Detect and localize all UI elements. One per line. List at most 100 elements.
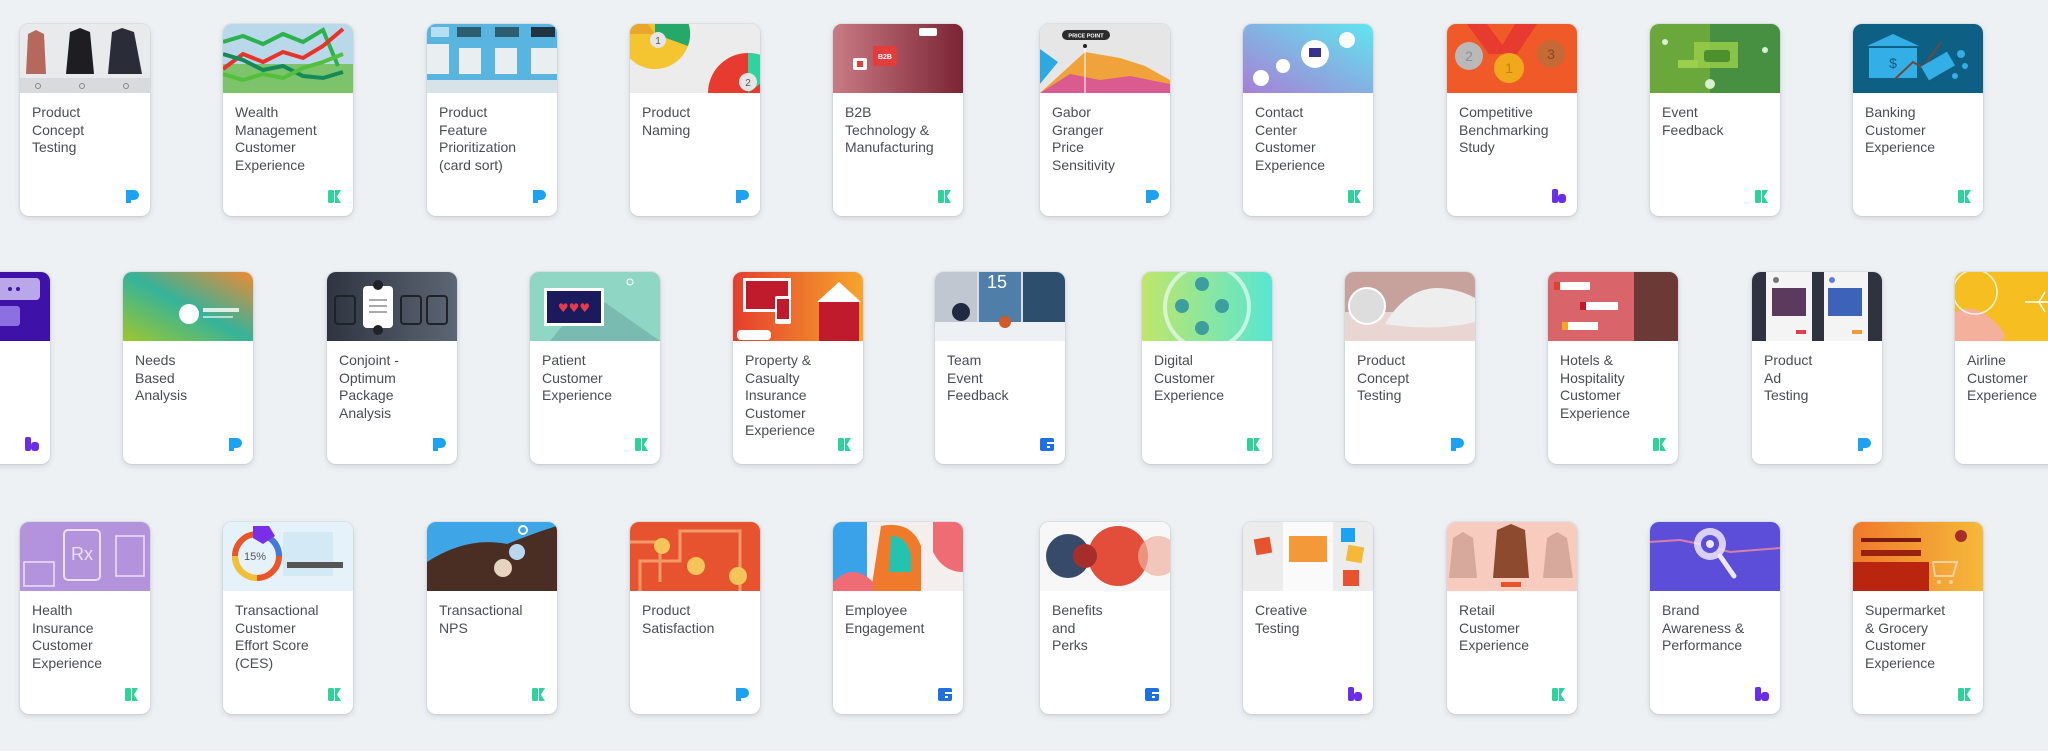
template-card-ads[interactable]: Product Ad Testing — [1752, 272, 1882, 464]
template-card-benefits[interactable]: Benefits and Perks — [1040, 522, 1170, 714]
template-thumbnail-image — [223, 24, 353, 93]
template-thumbnail-image: Rx — [20, 522, 150, 591]
template-title: Contact Center Customer Experience — [1255, 104, 1326, 173]
template-title: Wealth Management Customer Experience — [235, 104, 317, 173]
template-card-medals[interactable]: 2 1 3 Competitive Benchmarking Study — [1447, 24, 1577, 216]
template-thumbnail-image — [1955, 272, 2048, 341]
template-card-grocery[interactable]: Supermarket & Grocery Customer Experienc… — [1853, 522, 1983, 714]
template-thumbnail-image: PRICE POINT — [1040, 24, 1170, 93]
template-title: Hotels & Hospitality Customer Experience — [1560, 352, 1631, 421]
employee-experience-logo-icon — [1039, 436, 1055, 452]
template-row-3: Rx Health Insurance Customer Experience … — [0, 522, 2048, 722]
product-experience-logo-icon — [227, 436, 243, 452]
template-thumbnail-image — [1243, 522, 1373, 591]
template-card-brand[interactable]: Brand Awareness & Performance — [1650, 522, 1780, 714]
template-card-coats[interactable]: Product Concept Testing — [20, 24, 150, 216]
template-card-price[interactable]: PRICE POINT Gabor Granger Price Sensitivi… — [1040, 24, 1170, 216]
product-experience-logo-icon — [1144, 188, 1160, 204]
customer-experience-logo-icon — [937, 188, 953, 204]
template-thumbnail-image: $ — [1853, 24, 1983, 93]
template-title: Product Ad Testing — [1764, 352, 1813, 403]
svg-text:Rx: Rx — [71, 544, 93, 564]
template-title: Airline Customer Experience — [1967, 352, 2038, 403]
brand-experience-logo-icon — [1754, 686, 1770, 702]
template-card-employee[interactable]: Employee Engagement — [833, 522, 963, 714]
template-row-1: Product Concept Testing Wealth Managemen… — [0, 24, 2048, 224]
template-card-creative[interactable]: Creative Testing — [1243, 522, 1373, 714]
customer-experience-logo-icon — [531, 686, 547, 702]
template-card-lines[interactable]: Wealth Management Customer Experience — [223, 24, 353, 216]
template-thumbnail-image: 15% — [223, 522, 353, 591]
svg-text:2: 2 — [1465, 48, 1473, 64]
customer-experience-logo-icon — [1551, 686, 1567, 702]
template-card-pies[interactable]: 1 2 Product Naming — [630, 24, 760, 216]
svg-text:3: 3 — [1547, 46, 1555, 62]
template-card-purplechat[interactable]: h — [0, 272, 50, 464]
template-title: Employee Engagement — [845, 602, 925, 636]
svg-text:15: 15 — [987, 272, 1007, 292]
template-card-team[interactable]: 15 Team Event Feedback — [935, 272, 1065, 464]
template-thumbnail-image: 15 — [935, 272, 1065, 341]
template-title: Retail Customer Experience — [1459, 602, 1530, 653]
product-experience-logo-icon — [124, 188, 140, 204]
template-card-digital[interactable]: Digital Customer Experience — [1142, 272, 1272, 464]
template-card-ces[interactable]: 15% Transactional Customer Effort Score … — [223, 522, 353, 714]
template-thumbnail-image — [123, 272, 253, 341]
template-card-retail[interactable]: Retail Customer Experience — [1447, 522, 1577, 714]
template-card-satisfaction[interactable]: Product Satisfaction — [630, 522, 760, 714]
template-card-nps[interactable]: Transactional NPS — [427, 522, 557, 714]
template-title: Competitive Benchmarking Study — [1459, 104, 1549, 155]
employee-experience-logo-icon — [937, 686, 953, 702]
template-title: Benefits and Perks — [1052, 602, 1103, 653]
template-card-needs[interactable]: Needs Based Analysis — [123, 272, 253, 464]
brand-experience-logo-icon — [1551, 188, 1567, 204]
employee-experience-logo-icon — [1144, 686, 1160, 702]
template-thumbnail-image — [1345, 272, 1475, 341]
template-card-event[interactable]: Event Feedback — [1650, 24, 1780, 216]
template-card-bank[interactable]: $ Banking Customer Experience — [1853, 24, 1983, 216]
template-thumbnail-image — [427, 522, 557, 591]
template-thumbnail-image — [630, 522, 760, 591]
template-card-health[interactable]: Rx Health Insurance Customer Experience — [20, 522, 150, 714]
template-card-conjoint[interactable]: Conjoint - Optimum Package Analysis — [327, 272, 457, 464]
template-card-property[interactable]: Property & Casualty Insurance Customer E… — [733, 272, 863, 464]
template-title: Creative Testing — [1255, 602, 1308, 636]
product-experience-logo-icon — [431, 436, 447, 452]
template-title: h — [0, 352, 42, 370]
template-card-patient[interactable]: ♥♥♥ Patient Customer Experience — [530, 272, 660, 464]
svg-text:1: 1 — [655, 36, 661, 47]
template-thumbnail-image — [833, 522, 963, 591]
template-thumbnail-image — [1853, 522, 1983, 591]
template-card-hotel[interactable]: Hotels & Hospitality Customer Experience — [1548, 272, 1678, 464]
template-thumbnail-image: 1 2 — [630, 24, 760, 93]
svg-text:B2B: B2B — [878, 54, 892, 61]
template-thumbnail-image: 2 1 3 — [1447, 24, 1577, 93]
template-card-contact[interactable]: Contact Center Customer Experience — [1243, 24, 1373, 216]
customer-experience-logo-icon — [1754, 188, 1770, 204]
template-title: B2B Technology & Manufacturing — [845, 104, 934, 155]
template-title: Product Feature Prioritization (card sor… — [439, 104, 517, 173]
template-card-cardsort[interactable]: Product Feature Prioritization (card sor… — [427, 24, 557, 216]
template-title: Product Satisfaction — [642, 602, 715, 636]
template-thumbnail-image: B2B — [833, 24, 963, 93]
customer-experience-logo-icon — [124, 686, 140, 702]
template-title: Needs Based Analysis — [135, 352, 188, 403]
svg-text:♥♥♥: ♥♥♥ — [558, 301, 590, 315]
template-card-shoe[interactable]: Product Concept Testing — [1345, 272, 1475, 464]
template-card-airline[interactable]: Airline Customer Experience — [1955, 272, 2048, 464]
svg-text:$: $ — [1889, 55, 1897, 71]
template-title: Brand Awareness & Performance — [1662, 602, 1745, 653]
product-experience-logo-icon — [734, 686, 750, 702]
template-title: Supermarket & Grocery Customer Experienc… — [1865, 602, 1946, 671]
template-thumbnail-image — [1650, 522, 1780, 591]
product-experience-logo-icon — [531, 188, 547, 204]
product-experience-logo-icon — [1856, 436, 1872, 452]
template-title: Health Insurance Customer Experience — [32, 602, 103, 671]
template-card-b2b[interactable]: B2B B2B Technology & Manufacturing — [833, 24, 963, 216]
template-title: Team Event Feedback — [947, 352, 1009, 403]
template-thumbnail-image — [427, 24, 557, 93]
template-title: Product Concept Testing — [32, 104, 85, 155]
customer-experience-logo-icon — [327, 686, 343, 702]
template-title: Gabor Granger Price Sensitivity — [1052, 104, 1116, 173]
template-thumbnail-image — [327, 272, 457, 341]
